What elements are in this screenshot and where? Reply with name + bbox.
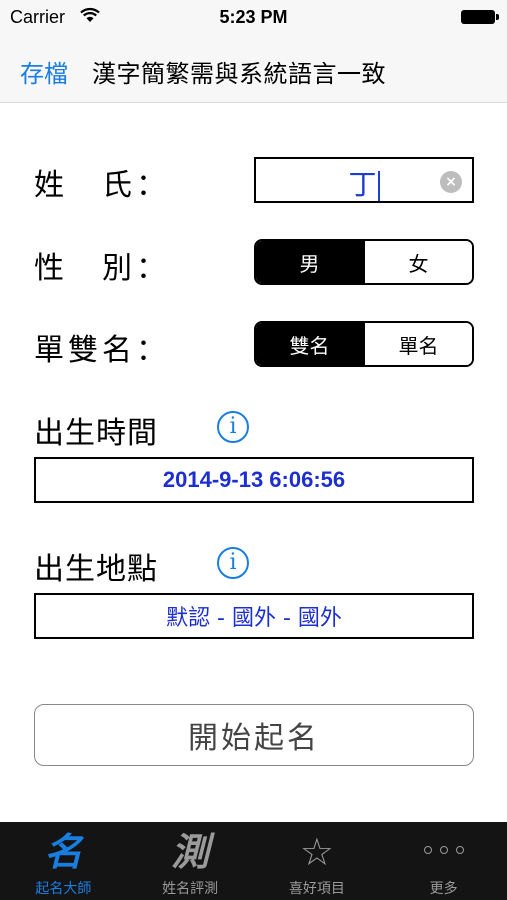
- start-naming-button[interactable]: 開始起名: [34, 704, 474, 766]
- gender-label: 性 別：: [34, 251, 170, 286]
- save-button[interactable]: 存檔: [20, 54, 68, 89]
- tab-label: 更多: [429, 881, 458, 897]
- name-type-option-single[interactable]: 單名: [363, 323, 472, 365]
- birth-place-info-icon[interactable]: i: [217, 547, 249, 579]
- tab-naming-master[interactable]: 名 起名大師: [0, 822, 127, 900]
- tab-label: 喜好項目: [288, 881, 345, 897]
- battery-icon: [461, 10, 499, 24]
- more-dots-icon: [380, 830, 507, 874]
- tab-bar: 名 起名大師 測 姓名評測 ☆ 喜好項目 更多: [0, 822, 507, 900]
- tab-favorites[interactable]: ☆ 喜好項目: [254, 822, 381, 900]
- name-type-label: 單雙名：: [34, 333, 170, 368]
- birth-time-info-icon[interactable]: i: [217, 411, 249, 443]
- navbar-title: 漢字簡繁需與系統語言一致: [92, 60, 386, 88]
- surname-input[interactable]: 丁 ×: [254, 157, 474, 203]
- name-brush-icon: 名: [44, 829, 83, 874]
- name-type-segmented-control: 雙名 單名: [254, 321, 474, 367]
- birth-time-label: 出生時間: [34, 416, 158, 451]
- test-brush-icon: 測: [171, 829, 210, 874]
- surname-value: 丁: [348, 168, 377, 201]
- gender-segmented-control: 男 女: [254, 239, 474, 285]
- birth-place-label: 出生地點: [34, 552, 158, 587]
- tab-label: 姓名評測: [162, 881, 219, 897]
- star-icon: ☆: [299, 830, 334, 874]
- name-type-option-double[interactable]: 雙名: [256, 323, 363, 365]
- status-time: 5:23 PM: [219, 7, 288, 27]
- surname-label: 姓 氏：: [34, 168, 170, 203]
- tab-name-evaluation[interactable]: 測 姓名評測: [127, 822, 254, 900]
- tab-more[interactable]: 更多: [380, 822, 507, 900]
- text-cursor: [377, 171, 380, 201]
- gender-option-female[interactable]: 女: [363, 241, 472, 283]
- tab-label: 起名大師: [35, 881, 92, 897]
- birth-place-field[interactable]: 默認 - 國外 - 國外: [34, 593, 474, 639]
- status-bar: Carrier 5:23 PM: [0, 0, 507, 34]
- navigation-bar: 存檔 漢字簡繁需與系統語言一致: [0, 34, 507, 103]
- birth-time-field[interactable]: 2014-9-13 6:06:56: [34, 457, 474, 503]
- gender-option-male[interactable]: 男: [256, 241, 363, 283]
- clear-icon[interactable]: ×: [440, 171, 462, 193]
